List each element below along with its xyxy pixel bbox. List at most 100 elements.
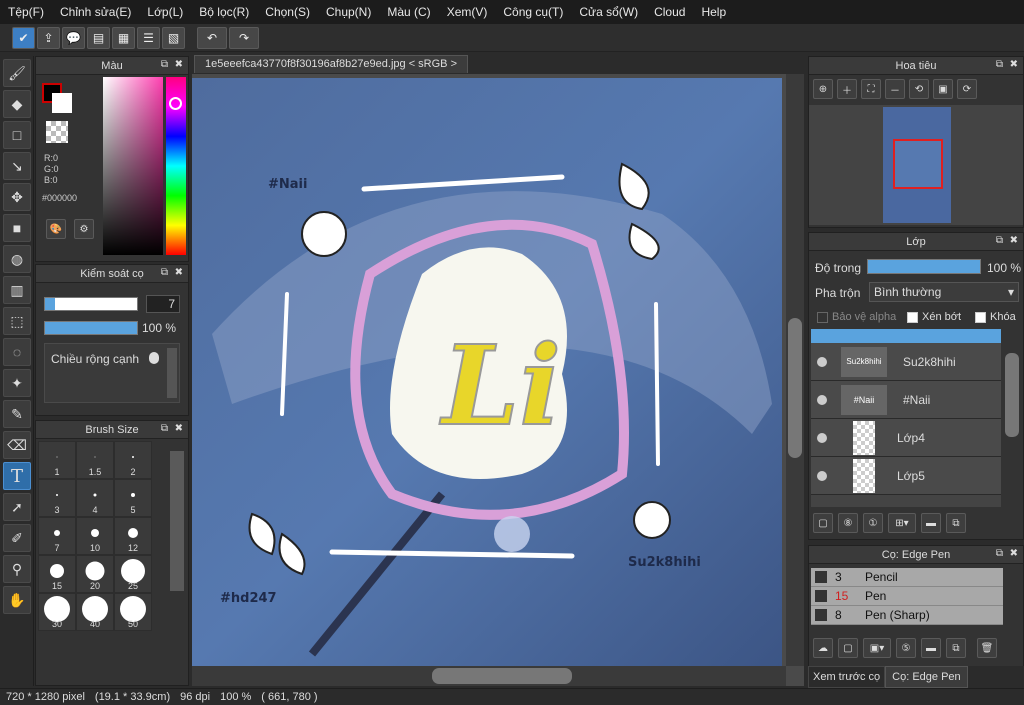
popout-icon[interactable]: ⧉ xyxy=(996,59,1003,70)
brush-size-value[interactable]: 7 xyxy=(146,295,180,313)
menu-tools[interactable]: Công cụ(T) xyxy=(495,0,571,24)
brush-item[interactable]: 15 Pen xyxy=(811,587,1003,606)
trash-icon[interactable]: 🗑 xyxy=(977,638,997,658)
brush-size-cell[interactable]: 3 xyxy=(38,479,76,517)
grid-edit-icon[interactable]: ▧ xyxy=(162,26,185,49)
brush-size-slider[interactable] xyxy=(44,297,138,311)
brush-item[interactable]: 8 Pen (Sharp) xyxy=(811,606,1003,625)
fill-rect-tool-icon[interactable]: ■ xyxy=(3,214,31,242)
transparent-swatch[interactable] xyxy=(46,121,68,143)
menu-color[interactable]: Màu (C) xyxy=(379,0,438,24)
brush-size-cell[interactable]: 30 xyxy=(38,593,76,631)
select-eraser-icon[interactable]: ⌫ xyxy=(3,431,31,459)
popout-icon[interactable]: ⧉ xyxy=(996,235,1003,246)
protect-alpha-checkbox[interactable] xyxy=(817,311,828,323)
brush-size-cell[interactable]: 1 xyxy=(38,441,76,479)
duplicate-brush-icon[interactable]: ⧉ xyxy=(946,638,966,658)
new-layer-icon[interactable]: ▢ xyxy=(813,513,833,533)
visibility-icon[interactable] xyxy=(817,356,827,367)
horizontal-scrollbar[interactable] xyxy=(192,666,786,686)
eraser-tool-icon[interactable]: ◆ xyxy=(3,90,31,118)
tab-brush-preview[interactable]: Xem trước cọ xyxy=(808,666,886,688)
document-tab[interactable]: 1e5eeefca43770f8f30196af8b27e9ed.jpg < s… xyxy=(194,55,468,73)
brush-size-cell[interactable]: 7 xyxy=(38,517,76,555)
lock-checkbox[interactable] xyxy=(975,311,986,323)
brush-settings-icon[interactable]: ⑤ xyxy=(896,638,916,658)
brush-size-cell[interactable]: 4 xyxy=(76,479,114,517)
brush-item[interactable]: 3 Pencil xyxy=(811,568,1003,587)
new-brush-icon[interactable]: ▢ xyxy=(838,638,858,658)
menu-edit[interactable]: Chỉnh sửa(E) xyxy=(52,0,139,24)
color-settings-icon[interactable]: ⚙ xyxy=(74,219,94,239)
check-icon[interactable]: ✔ xyxy=(12,26,35,49)
brush-size-cell[interactable]: 40 xyxy=(76,593,114,631)
bucket-tool-icon[interactable]: ◍ xyxy=(3,245,31,273)
layer-row[interactable]: #Naii #Naii xyxy=(811,381,1001,419)
layer-opacity-slider[interactable] xyxy=(867,259,981,274)
menu-layer[interactable]: Lớp(L) xyxy=(139,0,191,24)
zoom-in-icon[interactable]: ＋ xyxy=(837,79,857,99)
brush-size-cell[interactable]: 25 xyxy=(114,555,152,593)
speech-bubble-icon[interactable]: 💬 xyxy=(62,26,85,49)
menu-select[interactable]: Chọn(S) xyxy=(257,0,318,24)
brush-size-cell[interactable]: 12 xyxy=(114,517,152,555)
brush-size-cell[interactable]: 10 xyxy=(76,517,114,555)
close-icon[interactable]: ✖ xyxy=(1010,59,1018,70)
popout-icon[interactable]: ⧉ xyxy=(996,548,1003,559)
brush-tool-icon[interactable]: 🖌 xyxy=(3,59,31,87)
rotate-right-icon[interactable]: ⟳ xyxy=(957,79,977,99)
palette-icon[interactable]: 🎨 xyxy=(46,219,66,239)
new-layer-1bit-icon[interactable]: ① xyxy=(863,513,883,533)
layer-row[interactable]: Lớp5 xyxy=(811,457,1001,495)
artwork-canvas[interactable]: Li #Naii Su2k8hihi #hd247 xyxy=(192,74,804,686)
menu-file[interactable]: Tệp(F) xyxy=(0,0,52,24)
cloud-brush-icon[interactable]: ☁ xyxy=(813,638,833,658)
scrollbar[interactable] xyxy=(167,348,177,398)
hue-handle[interactable] xyxy=(169,97,182,110)
menu-help[interactable]: Help xyxy=(693,0,734,24)
brush-size-cell[interactable]: 20 xyxy=(76,555,114,593)
magic-wand-icon[interactable]: ✦ xyxy=(3,369,31,397)
close-icon[interactable]: ✖ xyxy=(175,59,183,70)
rotate-left-icon[interactable]: ⟲ xyxy=(909,79,929,99)
comment-icon[interactable]: ▤ xyxy=(87,26,110,49)
brush-opacity-slider[interactable] xyxy=(44,321,138,335)
visibility-icon[interactable] xyxy=(817,470,827,481)
fit-window-icon[interactable]: ▣ xyxy=(933,79,953,99)
duplicate-layer-icon[interactable]: ⧉ xyxy=(946,513,966,533)
brush-menu-icon[interactable]: ▣▾ xyxy=(863,638,891,658)
text-tool-icon[interactable]: T xyxy=(3,462,31,490)
clipping-checkbox[interactable] xyxy=(907,311,918,323)
share-icon[interactable]: ⇪ xyxy=(37,26,60,49)
navigator-viewport[interactable] xyxy=(893,139,943,189)
saturation-picker[interactable] xyxy=(103,77,163,255)
zoom-out-icon[interactable]: － xyxy=(885,79,905,99)
menu-capture[interactable]: Chụp(N) xyxy=(318,0,379,24)
blend-mode-select[interactable]: Bình thường ▾ xyxy=(869,282,1019,302)
blur-tool-icon[interactable]: ✐ xyxy=(3,524,31,552)
brush-size-cell[interactable]: 50 xyxy=(114,593,152,631)
zoom-fit-icon[interactable]: ⊕ xyxy=(813,79,833,99)
visibility-icon[interactable] xyxy=(817,432,827,443)
navigator-preview[interactable] xyxy=(809,105,1023,225)
eyedropper-icon[interactable]: ⚲ xyxy=(3,555,31,583)
background-color-swatch[interactable] xyxy=(52,93,72,113)
gradient-tool-icon[interactable]: ▥ xyxy=(3,276,31,304)
menu-view[interactable]: Xem(V) xyxy=(439,0,496,24)
redo-icon[interactable]: ↷ xyxy=(229,26,259,49)
move-tool-icon[interactable]: ✥ xyxy=(3,183,31,211)
select-rect-icon[interactable]: ⬚ xyxy=(3,307,31,335)
tab-edge-pen[interactable]: Cọ: Edge Pen xyxy=(885,666,968,688)
line-tool-icon[interactable]: ↘ xyxy=(3,152,31,180)
rectangle-tool-icon[interactable]: □ xyxy=(3,121,31,149)
scrollbar[interactable] xyxy=(1005,353,1019,437)
brush-size-cell[interactable]: 2 xyxy=(114,441,152,479)
fullscreen-icon[interactable]: ⛶ xyxy=(861,79,881,99)
selected-layer-strip[interactable] xyxy=(811,329,1001,343)
close-icon[interactable]: ✖ xyxy=(175,267,183,278)
list-icon[interactable]: ☰ xyxy=(137,26,160,49)
new-layer-8bit-icon[interactable]: ⑧ xyxy=(838,513,858,533)
brush-size-cell[interactable]: 15 xyxy=(38,555,76,593)
select-pen-icon[interactable]: ✎ xyxy=(3,400,31,428)
brush-folder-icon[interactable]: ▬ xyxy=(921,638,941,658)
